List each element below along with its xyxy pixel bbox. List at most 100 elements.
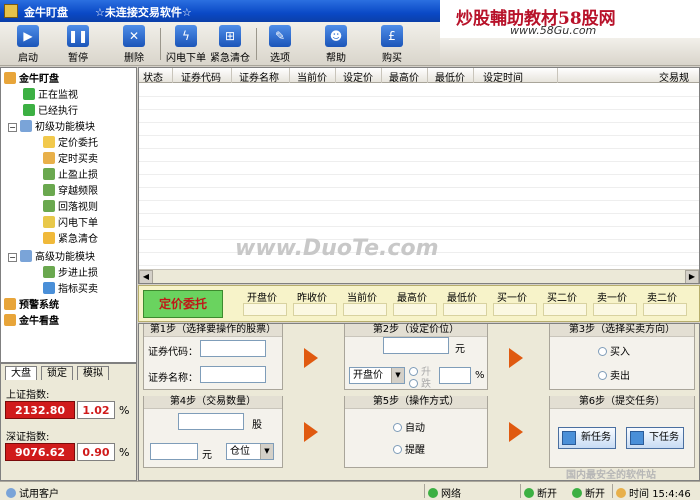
tree-group-basic[interactable]: − 初级功能模块 [8, 120, 95, 134]
quote-value [643, 303, 687, 316]
submit-task-icon [630, 431, 644, 445]
emergency-clear-button[interactable]: ⊞ 紧急清仓 [208, 25, 252, 65]
quote-value [443, 303, 487, 316]
tree-item-market-watch[interactable]: 金牛看盘 [4, 314, 59, 328]
auto-radio[interactable]: 自动 [393, 419, 425, 434]
step-arrow-icon [509, 348, 523, 368]
tree-item-lightning-order[interactable]: 闪电下单 [43, 216, 98, 230]
price-type-value: 开盘价 [353, 370, 383, 381]
wrench-icon: ✎ [269, 25, 291, 47]
scroll-right-icon[interactable]: ▶ [685, 270, 699, 283]
watermark-banner: 炒股輔助教材58股网 www.58Gu.com [440, 0, 700, 38]
price-input[interactable] [383, 337, 449, 354]
status-time-label: 时间 [629, 489, 649, 500]
chevron-down-icon[interactable]: ▼ [260, 444, 273, 459]
position-select[interactable]: 仓位 ▼ [226, 443, 274, 460]
stock-name-input[interactable] [200, 366, 266, 383]
sell-label: 卖出 [610, 371, 630, 382]
tree-item-pullback[interactable]: 回落视则 [43, 200, 98, 214]
tab-market[interactable]: 大盘 [5, 366, 37, 380]
index-panel: 大盘 锁定 模拟 上证指数: 2132.80 1.02 % 深证指数: 9076… [0, 363, 137, 481]
step2-panel: 第2步（设定价位） 元 开盘价 ▼ 升 跌 % [344, 324, 488, 390]
tree-item-price-order[interactable]: 定价委托 [43, 136, 98, 150]
tree-item-alert-system[interactable]: 预警系统 [4, 298, 59, 312]
tab-lock[interactable]: 锁定 [41, 366, 73, 380]
tab-simulate[interactable]: 模拟 [77, 366, 109, 380]
percent-input[interactable] [439, 367, 471, 384]
amount-input[interactable] [150, 443, 198, 460]
task-grid: 状态 证券代码 证券名称 当前价 设定价 最高价 最低价 设定时间 交易规 ww… [138, 67, 700, 284]
status-disconnect-label: 断开 [537, 489, 557, 500]
quantity-input[interactable] [178, 413, 244, 430]
tree-item-label: 穿越频限 [58, 186, 98, 197]
col-low[interactable]: 最低价 [435, 69, 465, 84]
auto-label: 自动 [405, 423, 425, 434]
pause-button[interactable]: ❚❚ 暂停 [56, 25, 100, 65]
help-button[interactable]: ☻ 帮助 [314, 25, 358, 65]
tree-item-label: 已经执行 [38, 106, 78, 117]
collapse-icon[interactable]: − [8, 123, 17, 132]
tree-root[interactable]: 金牛盯盘 [4, 72, 59, 86]
col-set-price[interactable]: 设定价 [343, 69, 373, 84]
sh-index-label: 上证指数: [6, 390, 50, 401]
buy-button[interactable]: £ 购买 [370, 25, 414, 65]
remind-radio[interactable]: 提醒 [393, 441, 425, 456]
quote-header: 最高价 [397, 293, 427, 304]
tree-item-cross-limit[interactable]: 穿越频限 [43, 184, 98, 198]
scroll-left-icon[interactable]: ◀ [139, 270, 153, 283]
sz-percent-sign: % [119, 446, 130, 459]
status-user-label: 试用客户 [19, 489, 59, 500]
tree-item-timed-trade[interactable]: 定时买卖 [43, 152, 98, 166]
quote-header: 买二价 [547, 293, 577, 304]
lightning-order-button[interactable]: ϟ 闪电下单 [164, 25, 208, 65]
fall-radio[interactable]: 跌 [409, 375, 431, 390]
lightning-order-label: 闪电下单 [166, 53, 206, 64]
tree-item-label: 定时买卖 [58, 154, 98, 165]
status-disconnect-label: 断开 [585, 489, 605, 500]
tree-item-emergency-clear[interactable]: 紧急清仓 [43, 232, 98, 246]
module-icon [20, 120, 32, 132]
connection-icon [524, 488, 534, 498]
tree-item-step-stop[interactable]: 步进止损 [43, 266, 98, 280]
col-high[interactable]: 最高价 [389, 69, 419, 84]
status-separator [612, 484, 613, 498]
chevron-down-icon[interactable]: ▼ [391, 368, 404, 383]
stock-code-input[interactable] [200, 340, 266, 357]
buy-radio[interactable]: 买入 [598, 343, 630, 358]
user-icon: ☻ [325, 25, 347, 47]
play-icon: ▶ [17, 25, 39, 47]
new-task-button[interactable]: 新任务 [558, 427, 616, 449]
col-code[interactable]: 证券代码 [181, 69, 221, 84]
collapse-icon[interactable]: − [8, 253, 17, 262]
col-current-price[interactable]: 当前价 [297, 69, 327, 84]
options-button[interactable]: ✎ 选项 [258, 25, 302, 65]
start-button[interactable]: ▶ 启动 [6, 25, 50, 65]
price-type-select[interactable]: 开盘价 ▼ [349, 367, 405, 384]
col-status[interactable]: 状态 [143, 69, 163, 84]
step2-title: 第2步（设定价位） [345, 324, 487, 337]
col-name[interactable]: 证券名称 [239, 69, 279, 84]
tree-item-stop-profit-loss[interactable]: 止盈止损 [43, 168, 98, 182]
quote-header: 最低价 [447, 293, 477, 304]
tree-item-indicator-trade[interactable]: 指标买卖 [43, 282, 98, 296]
module-icon [20, 250, 32, 262]
col-set-time[interactable]: 设定时间 [483, 69, 523, 84]
delete-button[interactable]: ✕ 删除 [112, 25, 156, 65]
horizontal-scrollbar[interactable]: ◀ ▶ [139, 269, 699, 283]
tree-item-executed[interactable]: 已经执行 [23, 104, 78, 118]
step1-panel: 第1步（选择要操作的股票） 证券代码： 证券名称： [143, 324, 283, 390]
lightning-icon [43, 216, 55, 228]
status-network-label: 网络 [441, 489, 461, 500]
column-divider [473, 68, 474, 83]
col-trade-rule[interactable]: 交易规 [659, 69, 689, 84]
tree-item-monitoring[interactable]: 正在监视 [23, 88, 78, 102]
submit-task-button[interactable]: 下任务 [626, 427, 684, 449]
emergency-clear-label: 紧急清仓 [210, 53, 250, 64]
step1-title: 第1步（选择要操作的股票） [144, 324, 282, 337]
watermark-center: www.DuoTe.com [235, 236, 439, 261]
sh-percent-sign: % [119, 404, 130, 417]
cart-icon: ⊞ [219, 25, 241, 47]
sz-index-label: 深证指数: [6, 432, 50, 443]
tree-group-advanced[interactable]: − 高级功能模块 [8, 250, 95, 264]
sell-radio[interactable]: 卖出 [598, 367, 630, 382]
